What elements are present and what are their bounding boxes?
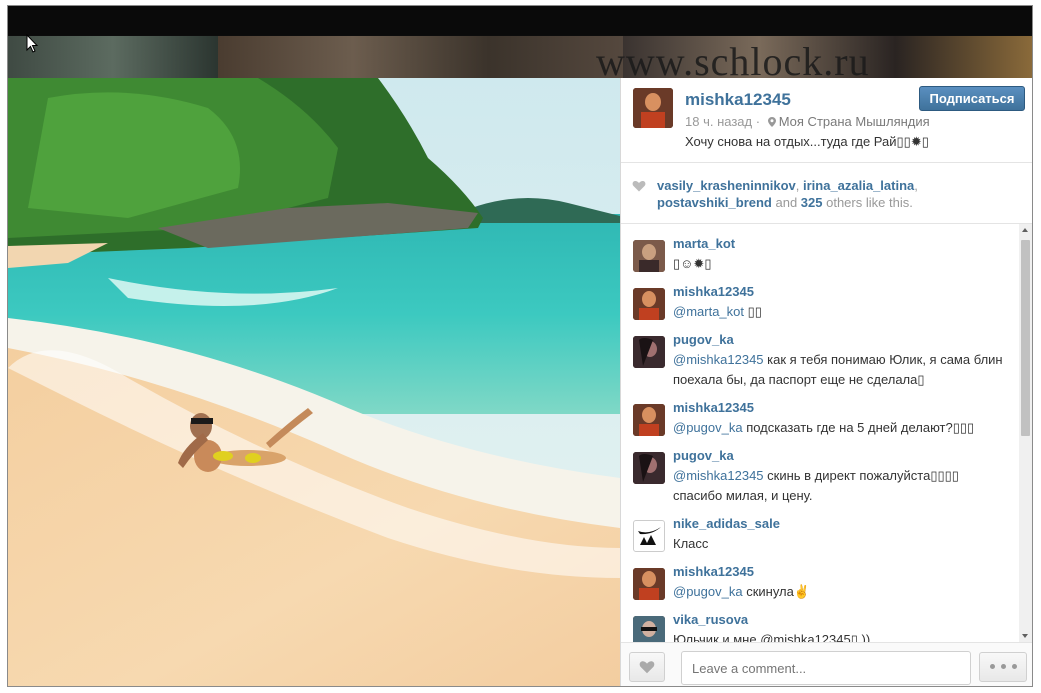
comment-body: Класс (673, 536, 709, 551)
comment-body: ▯▯ (744, 304, 762, 319)
avatar[interactable] (633, 88, 673, 128)
avatar[interactable] (633, 336, 665, 368)
likes-others: others like this. (822, 195, 913, 210)
follow-button[interactable]: Подписаться (919, 86, 1025, 111)
likes-and: and (771, 195, 801, 210)
background-photo (218, 36, 623, 78)
likes-text: vasily_krasheninnikov, irina_azalia_lati… (657, 177, 1007, 211)
post-meta: 18 ч. назад · Моя Страна Мышляндия (685, 114, 930, 129)
background-strip: www.schlock.ru (8, 6, 1032, 84)
avatar[interactable] (633, 404, 665, 436)
comment-username[interactable]: mishka12345 (673, 564, 754, 579)
avatar[interactable] (633, 616, 665, 642)
meta-separator: · (755, 114, 761, 129)
dot-icon (1000, 664, 1006, 669)
comment-body: ▯☺✹▯ (673, 256, 712, 271)
post-location[interactable]: Моя Страна Мышляндия (779, 114, 930, 129)
post-photo[interactable] (8, 78, 620, 686)
comment-text: @marta_kot ▯▯ (673, 302, 1003, 322)
comments-list[interactable]: marta_kot ▯☺✹▯ mishka12345 @marta_kot ▯▯… (621, 224, 1019, 642)
comment-mention[interactable]: @marta_kot (673, 304, 744, 319)
post-header: mishka12345 Подписаться 18 ч. назад · Мо… (621, 78, 1032, 163)
comment-username[interactable]: vika_rusova (673, 612, 748, 627)
comment-mention[interactable]: @mishka12345 (673, 352, 764, 367)
avatar[interactable] (633, 452, 665, 484)
scroll-down-arrow-icon[interactable] (1022, 634, 1028, 638)
comment-text: @pugov_ka скинула✌ (673, 582, 1003, 602)
location-pin-icon (767, 117, 776, 127)
scroll-thumb[interactable] (1021, 240, 1030, 436)
post-caption: Хочу снова на отдых...туда где Рай▯▯✹▯ (685, 134, 929, 149)
comment-text: @pugov_ka подсказать где на 5 дней делаю… (673, 418, 1003, 438)
comment-username[interactable]: nike_adidas_sale (673, 516, 780, 531)
comment-body: Юльчик и мне @mishka12345▯ )) (673, 632, 871, 642)
comment-text: Юльчик и мне @mishka12345▯ )) (673, 630, 1003, 642)
heart-icon (632, 180, 646, 192)
likes-count[interactable]: 325 (801, 195, 823, 210)
comment-footer (621, 642, 1032, 686)
post-username[interactable]: mishka12345 (685, 90, 791, 110)
comment-username[interactable]: mishka12345 (673, 284, 754, 299)
dot-icon (1011, 664, 1017, 669)
comment-text: @mishka12345 как я тебя понимаю Юлик, я … (673, 350, 1003, 390)
comment-text: ▯☺✹▯ (673, 254, 1003, 274)
likes-section: vasily_krasheninnikov, irina_azalia_lati… (621, 163, 1032, 224)
mouse-cursor-icon (26, 34, 39, 53)
avatar[interactable] (633, 520, 665, 552)
scroll-up-arrow-icon[interactable] (1022, 228, 1028, 232)
like-user[interactable]: vasily_krasheninnikov (657, 178, 796, 193)
comment-body: скинула✌ (742, 584, 811, 599)
browser-frame: www.schlock.ru mishka12345 Подписаться 1… (8, 6, 1032, 686)
comment-mention[interactable]: @mishka12345 (673, 468, 764, 483)
comment-body: подсказать где на 5 дней делают?▯▯▯ (742, 420, 975, 435)
comment-input[interactable] (681, 651, 971, 685)
more-options-button[interactable] (979, 652, 1027, 682)
comment-username[interactable]: pugov_ka (673, 332, 734, 347)
comment-mention[interactable]: @pugov_ka (673, 420, 743, 435)
comment-username[interactable]: marta_kot (673, 236, 735, 251)
heart-icon (639, 661, 655, 674)
like-user[interactable]: irina_azalia_latina (803, 178, 914, 193)
like-user[interactable]: postavshiki_brend (657, 195, 772, 210)
dot-icon (989, 664, 995, 669)
comment-mention[interactable]: @pugov_ka (673, 584, 743, 599)
likes-separator: , (795, 178, 803, 193)
comment-username[interactable]: pugov_ka (673, 448, 734, 463)
post-sidebar: mishka12345 Подписаться 18 ч. назад · Мо… (620, 78, 1032, 686)
comment-text: @mishka12345 скинь в директ пожалуйста▯▯… (673, 466, 1003, 506)
comments-scrollbar[interactable] (1019, 224, 1032, 642)
comment-username[interactable]: mishka12345 (673, 400, 754, 415)
avatar[interactable] (633, 568, 665, 600)
likes-separator: , (914, 178, 918, 193)
avatar[interactable] (633, 288, 665, 320)
post-time[interactable]: 18 ч. назад (685, 114, 752, 129)
comment-text: Класс (673, 534, 1003, 554)
avatar[interactable] (633, 240, 665, 272)
like-button[interactable] (629, 652, 665, 682)
